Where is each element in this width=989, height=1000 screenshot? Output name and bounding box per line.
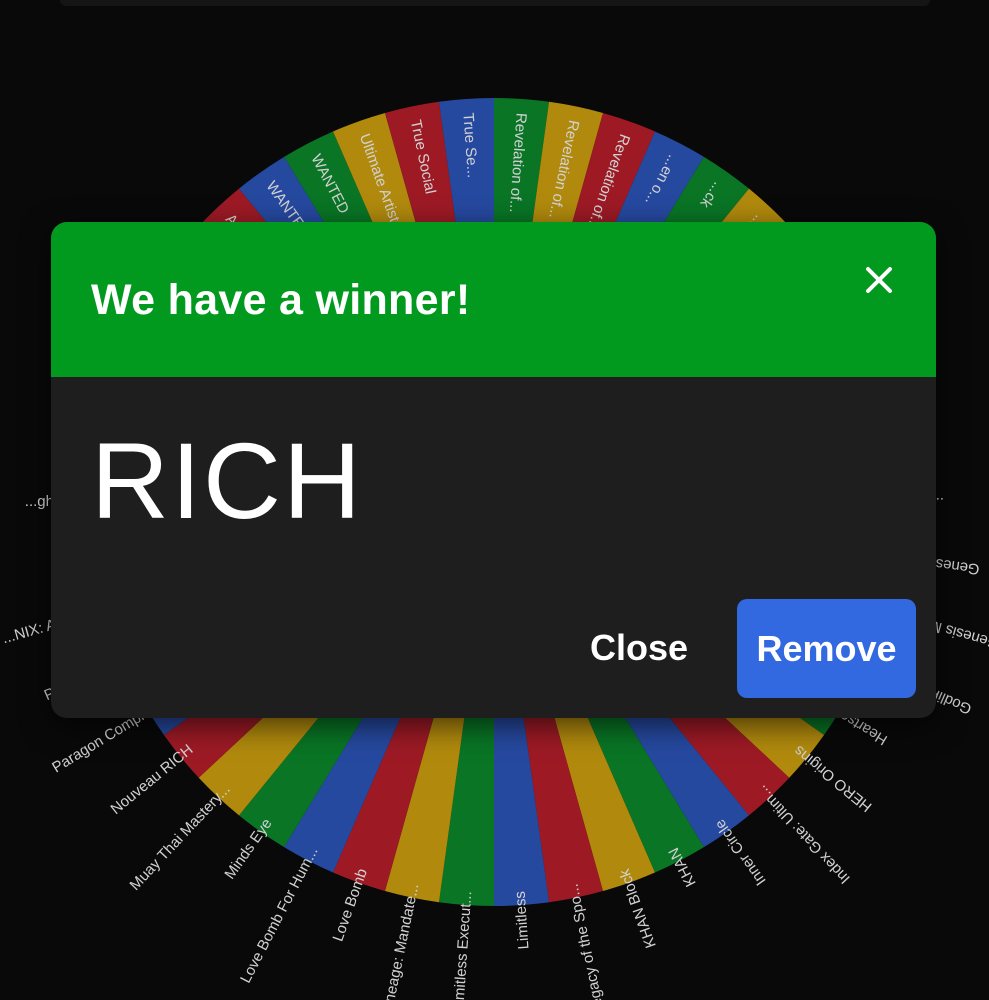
dialog-header: We have a winner! [51,222,936,377]
close-icon-button[interactable] [857,258,901,302]
winner-name: RICH [91,420,363,541]
wheel-segment-label: Love Bomb [329,866,370,943]
wheel-segment-label: Legacy of the Spo... [565,882,609,1000]
wheel-segment-label: Love Bomb For Hum... [237,844,322,986]
remove-button[interactable]: Remove [737,599,916,698]
wheel-segment-label: HERO Origins [791,742,875,815]
wheel-segment-label: Lineage: Mandate... [379,882,423,1000]
wheel-segment-label: Nouveau RICH [108,741,197,818]
dialog-title: We have a winner! [91,276,471,324]
wheel-segment-label: Inner Circle [712,816,770,888]
wheel-segment-label: Index Gate: Ultim... [754,782,854,887]
wheel-segment-label: Limitless Execut... [450,890,475,1000]
wheel-segment-label: Minds Eye [221,815,275,882]
winner-dialog: We have a winner! RICH Close Remove [51,222,936,718]
close-icon [866,267,892,293]
close-button[interactable]: Close [571,600,707,696]
